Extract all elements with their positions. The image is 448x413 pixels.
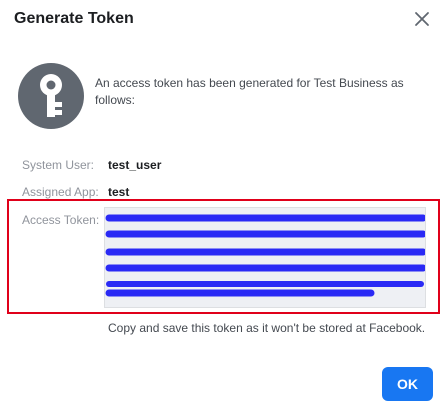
key-avatar: [18, 63, 84, 129]
close-button[interactable]: [413, 10, 431, 28]
ok-button[interactable]: OK: [382, 367, 433, 401]
token-redaction-scribble: [105, 214, 425, 297]
system-user-value: test_user: [108, 158, 162, 172]
close-icon: [415, 12, 429, 26]
dialog-title: Generate Token: [14, 10, 134, 27]
system-user-label: System User:: [22, 158, 95, 172]
generate-token-dialog: Generate Token An access token has been …: [0, 0, 448, 413]
key-icon: [40, 74, 62, 117]
copy-save-note: Copy and save this token as it won't be …: [108, 321, 426, 335]
assigned-app-value: test: [108, 185, 130, 199]
token-generated-message: An access token has been generated for T…: [95, 76, 404, 107]
assigned-app-label: Assigned App:: [22, 185, 99, 199]
access-token-field[interactable]: [104, 207, 426, 308]
access-token-label: Access Token:: [22, 213, 100, 227]
